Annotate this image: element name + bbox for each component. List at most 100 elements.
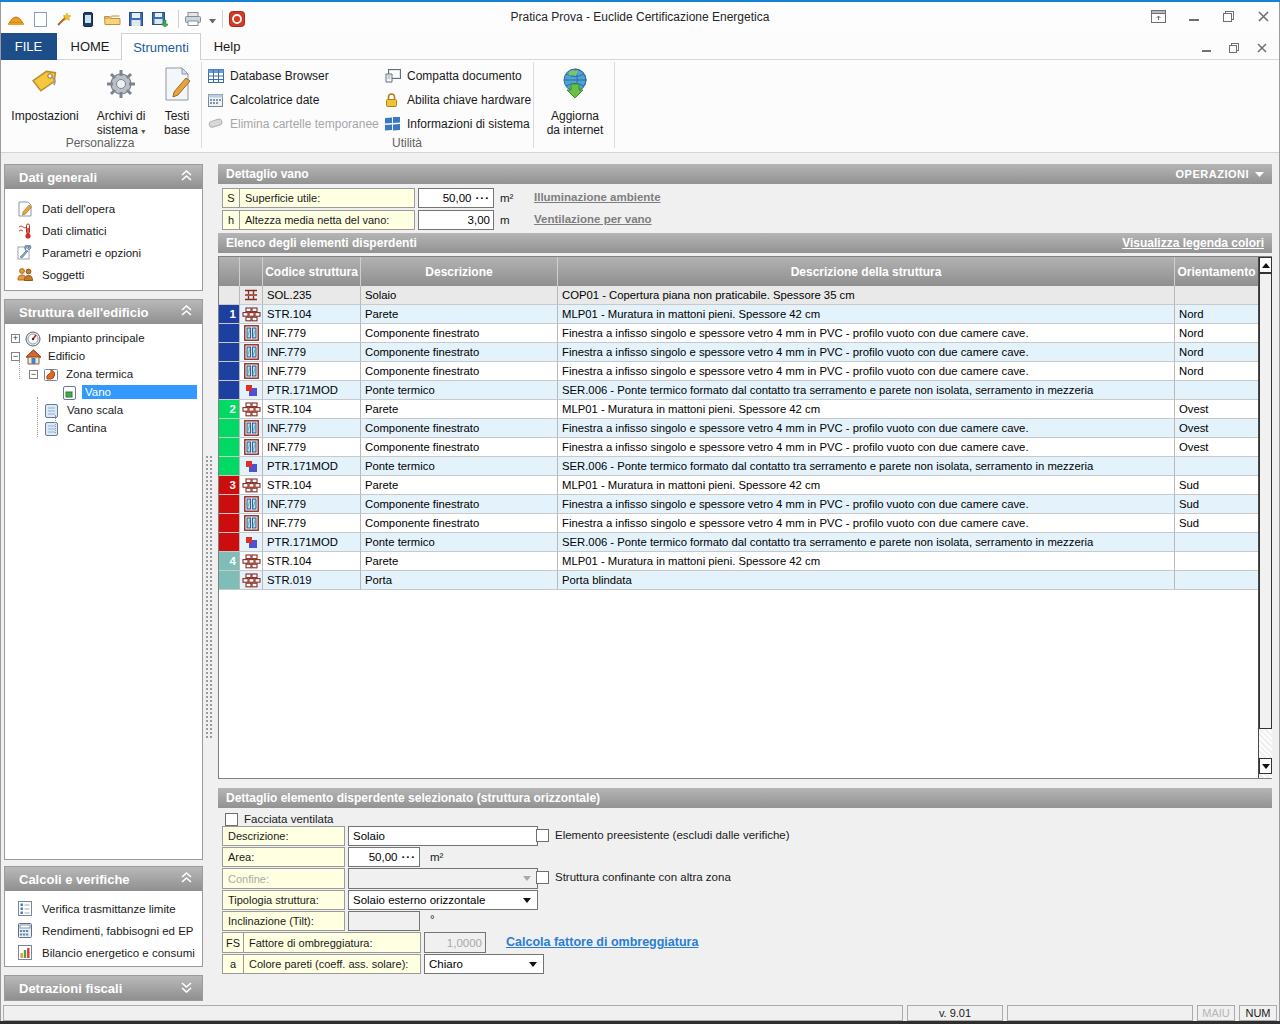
title-bar: Pratica Prova - Euclide Certificazione E… [0,2,1280,33]
panel-calcoli-header[interactable]: Calcoli e verifiche [5,867,202,891]
panel-struttura-header[interactable]: Struttura dell'edificio [5,300,202,324]
preesistente-checkbox[interactable] [536,829,549,842]
more-button[interactable]: ··· [402,851,417,863]
table-row[interactable]: INF.779Componente finestratoFinestra a i… [219,514,1271,533]
vertical-scrollbar[interactable] [1258,257,1272,778]
table-row[interactable]: 2STR.104PareteMLP01 - Muratura in matton… [219,400,1271,419]
house-icon [25,349,41,364]
expand-icon[interactable]: + [11,334,20,343]
splitter-handle[interactable] [205,455,213,740]
cell-orientamento: Nord [1175,324,1258,343]
illuminazione-link[interactable]: Illuminazione ambiente [534,191,661,203]
wall-icon [240,571,263,590]
scrollbar-thumb[interactable] [1259,273,1272,729]
impostazioni-button[interactable]: Impostazioni [10,64,80,123]
table-row[interactable]: INF.779Componente finestratoFinestra a i… [219,495,1271,514]
cell-codice: INF.779 [263,514,361,533]
superficie-input[interactable]: 50,00··· [418,188,494,208]
tipologia-select[interactable]: Solaio esterno orizzontale [348,890,538,910]
collapse-chevron-icon[interactable] [181,305,192,320]
collapse-icon[interactable]: − [11,352,20,361]
scroll-down-button[interactable] [1259,758,1272,774]
cell-codice: INF.779 [263,343,361,362]
calcoli-item[interactable]: Rendimenti, fabbisogni ed EP [5,920,202,942]
table-row[interactable]: SOL.235SolaioCOP01 - Copertura piana non… [219,286,1271,305]
collapse-chevron-icon[interactable] [181,170,192,185]
table-row[interactable]: 3STR.104PareteMLP01 - Muratura in matton… [219,476,1271,495]
style-icon[interactable] [1151,10,1166,23]
room-green-icon [62,385,78,400]
table-row[interactable]: INF.779Componente finestratoFinestra a i… [219,362,1271,381]
table-row[interactable]: PTR.171MODPonte termicoSER.006 - Ponte t… [219,533,1271,552]
elimina-cartelle-button: Elimina cartelle temporanee [208,114,379,134]
maximize-restore-icon[interactable] [1222,10,1235,23]
table-row[interactable]: PTR.171MODPonte termicoSER.006 - Ponte t… [219,457,1271,476]
calcoli-item[interactable]: Bilancio energetico e consumi [5,942,202,964]
facciata-checkbox[interactable] [225,813,238,826]
col-orientamento[interactable]: Orientamento [1175,257,1258,286]
database-browser-button[interactable]: Database Browser [208,66,329,86]
testi-base-button[interactable]: Testi base [156,64,198,137]
tree-node-vano[interactable]: Vano [47,383,197,401]
compatta-documento-button[interactable]: Compatta documento [385,66,522,86]
aggiorna-internet-button[interactable]: Aggiorna da internet [540,64,610,137]
table-row[interactable]: STR.019PortaPorta blindata [219,571,1271,590]
table-row[interactable]: INF.779Componente finestratoFinestra a i… [219,438,1271,457]
table-row[interactable]: 1STR.104PareteMLP01 - Muratura in matton… [219,305,1271,324]
collapse-icon[interactable]: − [29,370,38,379]
col-descrizione[interactable]: Descrizione [361,257,558,286]
tree-node-zona-termica[interactable]: −Zona termica [29,365,197,383]
mdi-restore-icon[interactable] [1228,40,1240,58]
mdi-close-icon[interactable] [1256,40,1268,58]
calcolatrice-date-button[interactable]: Calcolatrice date [208,90,319,110]
archivi-di-sistema-button[interactable]: Archivi di sistema ▾ [88,64,154,137]
legenda-colori-link[interactable]: Visualizza legenda colori [1122,236,1264,250]
informazioni-sistema-button[interactable]: Informazioni di sistema [385,114,530,134]
colore-pareti-select[interactable]: Chiaro [424,954,544,974]
wall-icon [240,552,263,571]
table-row[interactable]: INF.779Componente finestratoFinestra a i… [219,419,1271,438]
key-lock-icon [385,93,402,108]
table-row[interactable]: 4STR.104PareteMLP01 - Muratura in matton… [219,552,1271,571]
tree-node-edificio[interactable]: −Edificio [11,347,197,365]
more-button[interactable]: ··· [476,192,491,204]
confinante-label: Struttura confinante con altra zona [555,871,731,883]
dati-generali-item[interactable]: Parametri e opzioni [5,242,202,264]
descrizione-input[interactable]: Solaio [348,826,538,846]
col-descrizione-struttura[interactable]: Descrizione della struttura [558,257,1175,286]
calcoli-item[interactable]: Verifica trasmittanze limite [5,898,202,920]
close-icon[interactable] [1257,10,1270,23]
minimize-icon[interactable] [1188,10,1200,23]
wrench-icon [17,245,34,261]
table-row[interactable]: INF.779Componente finestratoFinestra a i… [219,343,1271,362]
confinante-checkbox[interactable] [536,871,549,884]
table-row[interactable]: PTR.171MODPonte termicoSER.006 - Ponte t… [219,381,1271,400]
dati-generali-item[interactable]: Soggetti [5,264,202,286]
altezza-input[interactable]: 3,00 [418,210,494,230]
operazioni-button[interactable]: OPERAZIONI [1176,168,1264,180]
tab-home[interactable]: HOME [60,33,120,60]
dati-generali-item[interactable]: Dati dell'opera [5,198,202,220]
ventilazione-link[interactable]: Ventilazione per vano [534,213,652,225]
window-icon [240,324,263,343]
calcola-fattore-link[interactable]: Calcola fattore di ombreggiatura [506,935,698,949]
window-left-border [0,2,1,1021]
dati-generali-item[interactable]: Dati climatici [5,220,202,242]
tree-node-impianto-principale[interactable]: +Impianto principale [11,329,197,347]
abilita-chiave-button[interactable]: Abilita chiave hardware [385,90,531,110]
tab-strumenti[interactable]: Strumenti [121,33,201,61]
area-input[interactable]: 50,00··· [348,847,420,867]
col-codice[interactable]: Codice struttura [263,257,361,286]
panel-detrazioni-header[interactable]: Detrazioni fiscali [5,976,202,1000]
scroll-up-button[interactable] [1259,257,1272,273]
elementi-table: Codice struttura Descrizione Descrizione… [218,256,1272,779]
cell-descrizione-struttura: SER.006 - Ponte termico formato dal cont… [558,381,1175,400]
tab-file[interactable]: FILE [0,33,57,60]
expand-chevron-icon[interactable] [181,981,192,996]
tab-help[interactable]: Help [203,33,251,60]
wall-icon [240,476,263,495]
panel-dati-generali-header[interactable]: Dati generali [5,165,202,189]
mdi-minimize-icon[interactable] [1201,40,1212,58]
table-row[interactable]: INF.779Componente finestratoFinestra a i… [219,324,1271,343]
collapse-chevron-icon[interactable] [181,872,192,887]
